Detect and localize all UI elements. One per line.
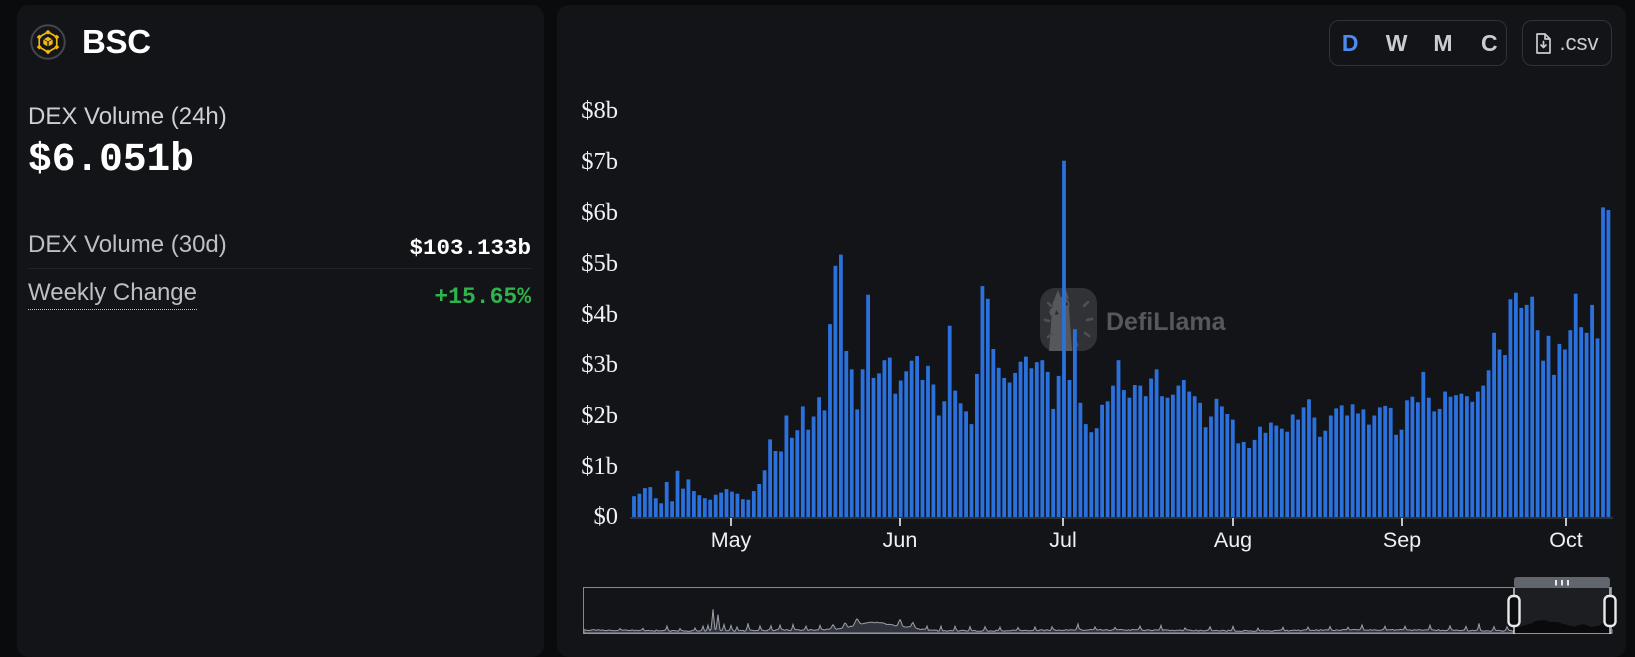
svg-text:$3b: $3b <box>581 351 618 378</box>
svg-text:$7b: $7b <box>581 148 618 175</box>
svg-text:Oct: Oct <box>1549 528 1582 552</box>
svg-text:Jul: Jul <box>1049 528 1076 552</box>
svg-text:Sep: Sep <box>1383 528 1421 552</box>
svg-text:Aug: Aug <box>1214 528 1252 552</box>
svg-text:$2b: $2b <box>581 402 618 429</box>
svg-text:$4b: $4b <box>581 301 618 328</box>
svg-text:Jun: Jun <box>883 528 918 552</box>
svg-text:$6b: $6b <box>581 199 618 226</box>
svg-text:$8b: $8b <box>581 97 618 124</box>
svg-text:$1b: $1b <box>581 453 618 480</box>
svg-text:May: May <box>711 528 752 552</box>
svg-text:DefiLlama: DefiLlama <box>1106 308 1227 336</box>
svg-text:$0: $0 <box>594 503 619 530</box>
svg-text:$5b: $5b <box>581 250 618 277</box>
